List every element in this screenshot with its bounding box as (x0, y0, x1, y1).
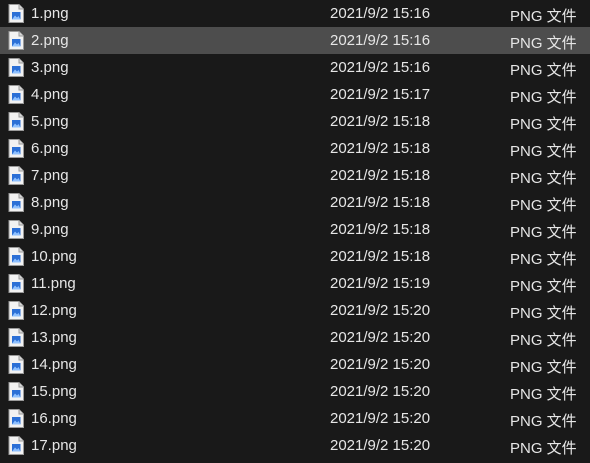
file-name: 1.png (31, 5, 69, 22)
file-type: PNG 文件 (510, 251, 577, 268)
png-file-icon (8, 85, 24, 104)
file-row[interactable]: 8.png 2021/9/2 15:18 PNG 文件 (0, 189, 590, 216)
file-modified-date: 2021/9/2 15:17 (330, 86, 431, 103)
file-row[interactable]: 14.png 2021/9/2 15:20 PNG 文件 (0, 351, 590, 378)
png-file-icon (8, 301, 24, 320)
file-type: PNG 文件 (510, 143, 577, 160)
file-name: 11.png (31, 275, 76, 292)
png-file-icon (8, 247, 24, 266)
file-row[interactable]: 13.png 2021/9/2 15:20 PNG 文件 (0, 324, 590, 351)
png-file-icon (8, 328, 24, 347)
file-type: PNG 文件 (510, 224, 577, 241)
file-type: PNG 文件 (510, 8, 577, 25)
file-modified-date: 2021/9/2 15:19 (330, 275, 431, 292)
file-type: PNG 文件 (510, 278, 577, 295)
file-modified-date: 2021/9/2 15:16 (330, 32, 431, 49)
file-modified-date: 2021/9/2 15:20 (330, 329, 431, 346)
png-file-icon (8, 220, 24, 239)
png-file-icon (8, 139, 24, 158)
png-file-icon (8, 409, 24, 428)
file-type: PNG 文件 (510, 170, 577, 187)
file-row[interactable]: 15.png 2021/9/2 15:20 PNG 文件 (0, 378, 590, 405)
file-row[interactable]: 1.png 2021/9/2 15:16 PNG 文件 (0, 0, 590, 27)
file-name: 4.png (31, 86, 69, 103)
file-type: PNG 文件 (510, 305, 577, 322)
png-file-icon (8, 166, 24, 185)
file-type: PNG 文件 (510, 440, 577, 457)
file-row[interactable]: 9.png 2021/9/2 15:18 PNG 文件 (0, 216, 590, 243)
file-modified-date: 2021/9/2 15:18 (330, 221, 431, 238)
file-name: 9.png (31, 221, 69, 238)
file-name: 17.png (31, 437, 77, 454)
file-name: 2.png (31, 32, 69, 49)
file-row[interactable]: 12.png 2021/9/2 15:20 PNG 文件 (0, 297, 590, 324)
file-name: 8.png (31, 194, 69, 211)
file-name: 14.png (31, 356, 77, 373)
png-file-icon (8, 355, 24, 374)
file-modified-date: 2021/9/2 15:16 (330, 59, 431, 76)
png-file-icon (8, 274, 24, 293)
png-file-icon (8, 193, 24, 212)
file-type: PNG 文件 (510, 359, 577, 376)
file-name: 15.png (31, 383, 77, 400)
file-modified-date: 2021/9/2 15:18 (330, 248, 431, 265)
file-type: PNG 文件 (510, 332, 577, 349)
file-type: PNG 文件 (510, 62, 577, 79)
file-type: PNG 文件 (510, 197, 577, 214)
file-type: PNG 文件 (510, 116, 577, 133)
png-file-icon (8, 58, 24, 77)
file-row[interactable]: 3.png 2021/9/2 15:16 PNG 文件 (0, 54, 590, 81)
file-modified-date: 2021/9/2 15:20 (330, 356, 431, 373)
file-row[interactable]: 11.png 2021/9/2 15:19 PNG 文件 (0, 270, 590, 297)
file-name: 16.png (31, 410, 77, 427)
file-modified-date: 2021/9/2 15:20 (330, 383, 431, 400)
png-file-icon (8, 31, 24, 50)
file-row[interactable]: 6.png 2021/9/2 15:18 PNG 文件 (0, 135, 590, 162)
file-row[interactable]: 17.png 2021/9/2 15:20 PNG 文件 (0, 432, 590, 459)
file-modified-date: 2021/9/2 15:16 (330, 5, 431, 22)
file-name: 7.png (31, 167, 69, 184)
file-modified-date: 2021/9/2 15:20 (330, 437, 431, 454)
file-modified-date: 2021/9/2 15:20 (330, 410, 431, 427)
file-name: 5.png (31, 113, 69, 130)
png-file-icon (8, 4, 24, 23)
file-modified-date: 2021/9/2 15:20 (330, 302, 431, 319)
file-row[interactable]: 4.png 2021/9/2 15:17 PNG 文件 (0, 81, 590, 108)
file-type: PNG 文件 (510, 386, 577, 403)
file-type: PNG 文件 (510, 413, 577, 430)
file-name: 13.png (31, 329, 77, 346)
file-modified-date: 2021/9/2 15:18 (330, 194, 431, 211)
file-modified-date: 2021/9/2 15:18 (330, 113, 431, 130)
file-row[interactable]: 5.png 2021/9/2 15:18 PNG 文件 (0, 108, 590, 135)
file-type: PNG 文件 (510, 89, 577, 106)
file-modified-date: 2021/9/2 15:18 (330, 167, 431, 184)
file-row[interactable]: 7.png 2021/9/2 15:18 PNG 文件 (0, 162, 590, 189)
png-file-icon (8, 436, 24, 455)
file-name: 10.png (31, 248, 77, 265)
file-type: PNG 文件 (510, 35, 577, 52)
png-file-icon (8, 112, 24, 131)
file-row[interactable]: 16.png 2021/9/2 15:20 PNG 文件 (0, 405, 590, 432)
png-file-icon (8, 382, 24, 401)
file-list: 1.png 2021/9/2 15:16 PNG 文件 2.png 2021/9… (0, 0, 590, 463)
file-name: 12.png (31, 302, 77, 319)
file-row-selected[interactable]: 2.png 2021/9/2 15:16 PNG 文件 (0, 27, 590, 54)
file-name: 6.png (31, 140, 69, 157)
file-modified-date: 2021/9/2 15:18 (330, 140, 431, 157)
file-name: 3.png (31, 59, 69, 76)
file-row[interactable]: 10.png 2021/9/2 15:18 PNG 文件 (0, 243, 590, 270)
